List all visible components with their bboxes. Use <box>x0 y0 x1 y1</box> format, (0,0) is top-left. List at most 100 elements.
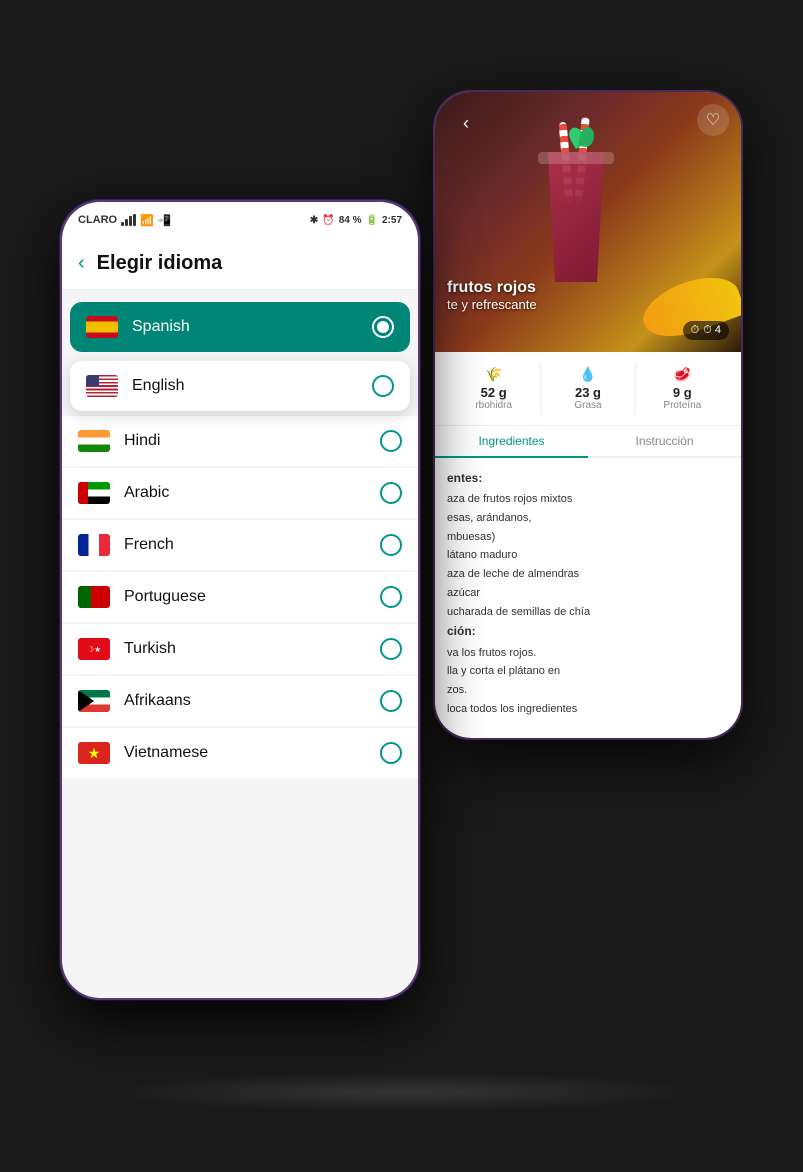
shadow <box>102 1072 702 1112</box>
nutrition-protein: 🥩 9 g Proteína <box>636 362 729 415</box>
flag-portugal <box>78 586 110 608</box>
lang-item-french[interactable]: French <box>62 520 418 570</box>
carbs-value: 52 g <box>447 385 540 400</box>
lang-item-portuguese[interactable]: Portuguese <box>62 572 418 622</box>
lang-item-turkish-inner: ☽★ Turkish <box>78 638 402 660</box>
scene: ‹ ♡ ⏱ ⏱ 4 frutos rojos te y refrescante … <box>0 0 803 1172</box>
lang-item-vietnamese-inner: ★ Vietnamese <box>78 742 402 764</box>
lang-item-arabic[interactable]: Arabic <box>62 468 418 518</box>
ingredient-3: mbuesas) <box>447 528 729 547</box>
radio-portuguese[interactable] <box>380 586 402 608</box>
smoothie-illustration <box>516 102 636 282</box>
carbs-icon: 🌾 <box>447 366 540 383</box>
clock-icon: ⏱ <box>691 324 700 337</box>
carrier-label: CLARO <box>78 214 117 226</box>
signal-bar-1 <box>121 222 124 226</box>
back-arrow-button[interactable]: ‹ <box>78 252 85 275</box>
lang-item-english[interactable]: English <box>70 361 410 411</box>
nutrition-fat: 💧 23 g Grasa <box>541 362 635 415</box>
front-phone-inner: CLARO 📶 📲 ✱ ⏰ 84 % 🔋 2:57 <box>62 202 418 998</box>
tab-instruccion[interactable]: Instrucción <box>588 426 741 456</box>
nutrition-section: 🌾 52 g rbohidra 💧 23 g Grasa 🥩 9 g Prote… <box>435 352 741 426</box>
ingredient-2: esas, arándanos, <box>447 509 729 528</box>
flag-spain <box>86 316 118 338</box>
flag-france <box>78 534 110 556</box>
signal-bar-4 <box>133 214 136 226</box>
flag-uae <box>78 482 110 504</box>
lang-item-vietnamese[interactable]: ★ Vietnamese <box>62 728 418 778</box>
ingredient-6: azúcar <box>447 584 729 603</box>
carbs-label: rbohidra <box>447 400 540 411</box>
lang-item-turkish[interactable]: ☽★ Turkish <box>62 624 418 674</box>
us-canton <box>86 375 99 386</box>
radio-afrikaans[interactable] <box>380 690 402 712</box>
radio-spanish[interactable] <box>372 316 394 338</box>
lang-item-hindi[interactable]: Hindi <box>62 416 418 466</box>
cast-icon: 📲 <box>158 214 172 227</box>
ingredients-section: entes: aza de frutos rojos mixtos esas, … <box>435 458 741 728</box>
status-left: CLARO 📶 📲 <box>78 214 172 227</box>
lang-name-english: English <box>132 377 372 395</box>
radio-turkish[interactable] <box>380 638 402 660</box>
tab-ingredientes[interactable]: Ingredientes <box>435 426 588 458</box>
glass-body <box>541 152 611 282</box>
recipe-image: ‹ ♡ ⏱ ⏱ 4 frutos rojos te y refrescante <box>435 92 741 352</box>
protein-label: Proteína <box>636 400 729 411</box>
signal-bar-3 <box>129 216 132 226</box>
lang-item-english-inner: English <box>86 375 394 397</box>
divider-1 <box>78 356 402 357</box>
lang-name-hindi: Hindi <box>124 432 380 450</box>
battery-icon: 🔋 <box>366 215 378 226</box>
clock-badge: ⏱ ⏱ 4 <box>683 321 729 340</box>
fat-icon: 💧 <box>541 366 634 383</box>
recipe-back-button[interactable]: ‹ <box>451 108 481 138</box>
bluetooth-icon: ✱ <box>310 215 318 226</box>
nutrition-carbs: 🌾 52 g rbohidra <box>447 362 541 415</box>
flag-hindi <box>78 430 110 452</box>
glass-rim <box>538 152 614 164</box>
instruction-3: zos. <box>447 681 729 700</box>
radio-dot-spanish <box>377 321 389 333</box>
instruction-2: lla y corta el plátano en <box>447 662 729 681</box>
protein-icon: 🥩 <box>636 366 729 383</box>
ingredient-1: aza de frutos rojos mixtos <box>447 490 729 509</box>
recipe-title-line1: frutos rojos <box>447 279 537 297</box>
lang-name-arabic: Arabic <box>124 484 380 502</box>
language-list: Spanish English <box>62 290 418 998</box>
radio-arabic[interactable] <box>380 482 402 504</box>
lang-item-portuguese-inner: Portuguese <box>78 586 402 608</box>
flag-turkey: ☽★ <box>78 638 110 660</box>
lang-item-spanish[interactable]: Spanish <box>70 302 410 352</box>
lang-name-spanish: Spanish <box>132 318 372 336</box>
lang-item-french-inner: French <box>78 534 402 556</box>
lang-item-afrikaans-inner: Afrikaans <box>78 690 402 712</box>
ingredient-7: ucharada de semillas de chía <box>447 603 729 622</box>
signal-bar-2 <box>125 219 128 226</box>
radio-french[interactable] <box>380 534 402 556</box>
flag-us <box>86 375 118 397</box>
instruction-4: loca todos los ingredientes <box>447 700 729 719</box>
fat-label: Grasa <box>541 400 634 411</box>
ingredient-5: aza de leche de almendras <box>447 565 729 584</box>
leaf-2 <box>578 126 595 148</box>
language-header: ‹ Elegir idioma <box>62 238 418 290</box>
time-display: 2:57 <box>382 215 402 226</box>
recipe-title-area: frutos rojos te y refrescante <box>447 279 537 312</box>
heart-button[interactable]: ♡ <box>697 104 729 136</box>
lang-name-french: French <box>124 536 380 554</box>
radio-vietnamese[interactable] <box>380 742 402 764</box>
recipe-tabs: Ingredientes Instrucción <box>435 426 741 458</box>
wifi-icon: 📶 <box>140 214 154 227</box>
lang-name-turkish: Turkish <box>124 640 380 658</box>
radio-english[interactable] <box>372 375 394 397</box>
back-phone: ‹ ♡ ⏱ ⏱ 4 frutos rojos te y refrescante … <box>433 90 743 740</box>
ingredient-4: látano maduro <box>447 546 729 565</box>
status-bar: CLARO 📶 📲 ✱ ⏰ 84 % 🔋 2:57 <box>62 202 418 238</box>
battery-indicator: 84 % <box>339 215 362 226</box>
radio-hindi[interactable] <box>380 430 402 452</box>
lang-item-afrikaans[interactable]: Afrikaans <box>62 676 418 726</box>
lang-item-hindi-inner: Hindi <box>78 430 402 452</box>
flag-sa <box>78 690 110 712</box>
lang-item-spanish-inner: Spanish <box>86 316 394 338</box>
instruction-1: va los frutos rojos. <box>447 644 729 663</box>
